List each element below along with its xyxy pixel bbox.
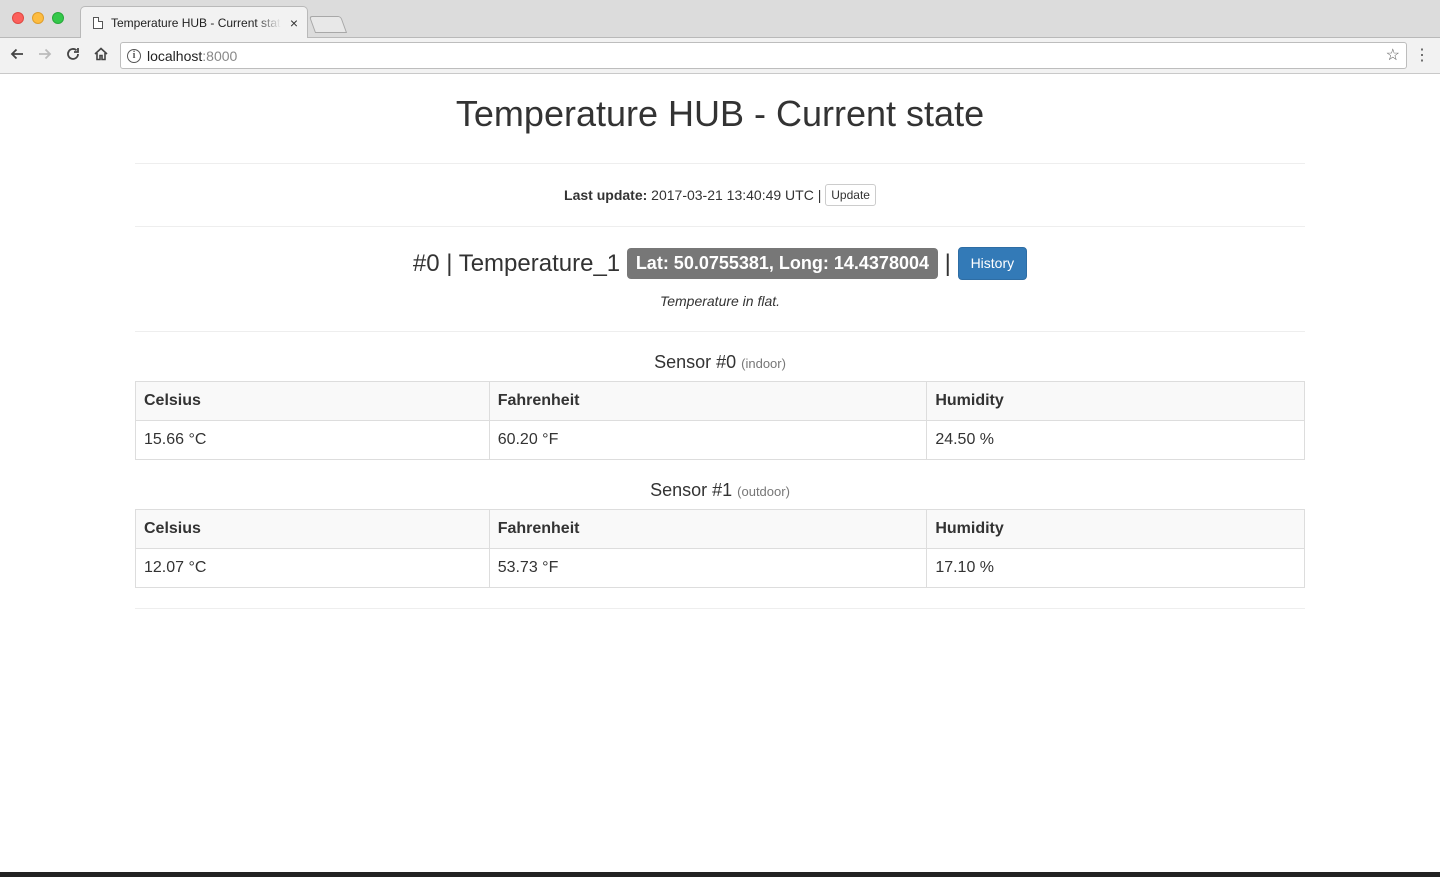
device-title: #0 | Temperature_1 xyxy=(412,250,621,277)
new-tab-button[interactable] xyxy=(308,16,348,33)
last-update-row: Last update: 2017-03-21 13:40:49 UTC | U… xyxy=(135,183,1305,207)
sensor-1-title: Sensor #1 (outdoor) xyxy=(650,480,790,500)
last-update-value: 2017-03-21 13:40:49 UTC | xyxy=(651,187,822,203)
tab-title: Temperature HUB - Current state xyxy=(111,16,281,30)
header-fahrenheit: Fahrenheit xyxy=(488,509,928,549)
table-header-row: Celsius Fahrenheit Humidity xyxy=(135,381,1305,421)
url-text: localhost:8000 xyxy=(147,48,238,64)
minimize-window-button[interactable] xyxy=(32,12,44,24)
sensor-0-location: (indoor) xyxy=(741,356,786,371)
browser-toolbar: i localhost:8000 ☆ ⋮ xyxy=(0,38,1440,74)
history-button[interactable]: History xyxy=(957,247,1028,280)
last-update-label: Last update: xyxy=(564,187,648,203)
table-row: 15.66 °C 60.20 °F 24.50 % xyxy=(135,420,1305,460)
sensor-0-title: Sensor #0 (indoor) xyxy=(654,352,786,372)
maximize-window-button[interactable] xyxy=(52,12,64,24)
divider xyxy=(135,331,1305,332)
close-window-button[interactable] xyxy=(12,12,24,24)
menu-icon[interactable]: ⋮ xyxy=(1414,46,1430,66)
device-description: Temperature in flat. xyxy=(659,293,781,309)
back-icon[interactable] xyxy=(6,44,28,66)
separator: | xyxy=(944,250,951,277)
celsius-value: 15.66 °C xyxy=(135,420,490,460)
divider xyxy=(135,226,1305,227)
location-label: Lat: 50.0755381, Long: 14.4378004 xyxy=(626,248,938,279)
window-bottom-edge xyxy=(0,872,1440,877)
header-fahrenheit: Fahrenheit xyxy=(488,381,928,421)
fahrenheit-value: 60.20 °F xyxy=(488,420,928,460)
document-icon xyxy=(93,17,103,29)
divider xyxy=(135,608,1305,609)
humidity-value: 24.50 % xyxy=(926,420,1305,460)
bookmark-star-icon[interactable]: ☆ xyxy=(1386,46,1400,66)
header-humidity: Humidity xyxy=(926,509,1305,549)
sensor-0-table: Celsius Fahrenheit Humidity 15.66 °C 60.… xyxy=(135,381,1305,460)
reload-icon[interactable] xyxy=(62,44,84,66)
table-row: 12.07 °C 53.73 °F 17.10 % xyxy=(135,548,1305,588)
page-content: Temperature HUB - Current state Last upd… xyxy=(0,75,1440,872)
sensor-1-table: Celsius Fahrenheit Humidity 12.07 °C 53.… xyxy=(135,509,1305,588)
humidity-value: 17.10 % xyxy=(926,548,1305,588)
forward-icon[interactable] xyxy=(34,44,56,66)
home-icon[interactable] xyxy=(90,44,112,66)
fahrenheit-value: 53.73 °F xyxy=(488,548,928,588)
header-celsius: Celsius xyxy=(135,381,490,421)
address-bar[interactable]: i localhost:8000 ☆ xyxy=(120,42,1407,69)
divider xyxy=(135,163,1305,164)
sensor-1-location: (outdoor) xyxy=(737,484,790,499)
header-humidity: Humidity xyxy=(926,381,1305,421)
browser-tab[interactable]: Temperature HUB - Current state × xyxy=(80,6,308,39)
info-icon[interactable]: i xyxy=(127,49,141,63)
browser-tab-bar: Temperature HUB - Current state × xyxy=(0,0,1440,39)
header-celsius: Celsius xyxy=(135,509,490,549)
page-title: Temperature HUB - Current state xyxy=(455,93,985,134)
table-header-row: Celsius Fahrenheit Humidity xyxy=(135,509,1305,549)
device-heading: #0 | Temperature_1 Lat: 50.0755381, Long… xyxy=(135,246,1305,282)
tab-close-icon[interactable]: × xyxy=(287,15,301,31)
celsius-value: 12.07 °C xyxy=(135,548,490,588)
update-button[interactable]: Update xyxy=(825,184,876,206)
